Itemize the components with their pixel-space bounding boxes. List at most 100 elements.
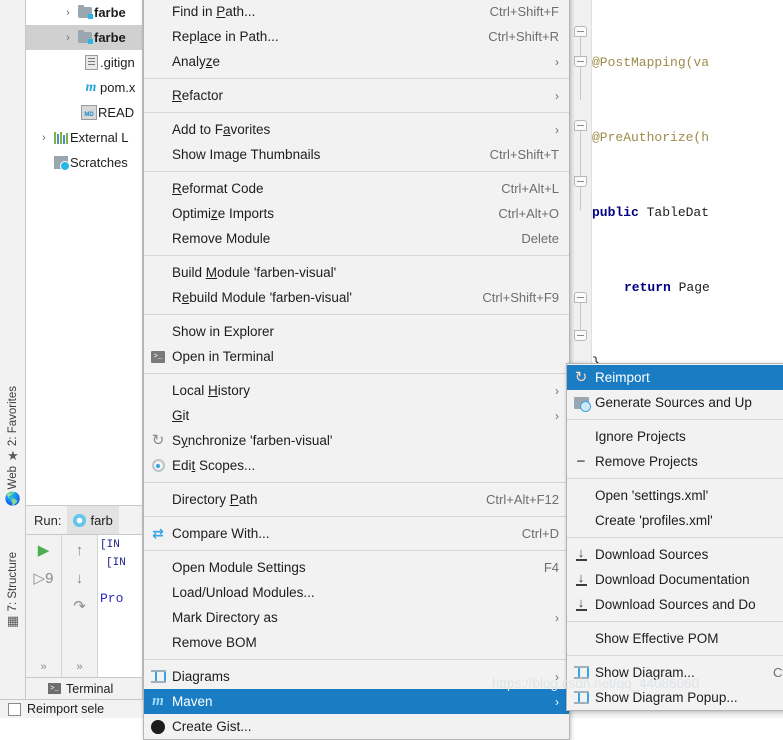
menu-item-local-history[interactable]: Local History › — [144, 378, 569, 403]
menu-item-show-diagram-popup[interactable]: Show Diagram Popup... — [567, 685, 783, 710]
fold-marker-start-icon[interactable] — [574, 26, 587, 37]
folder-icon — [76, 30, 94, 44]
menu-item-build-module[interactable]: Build Module 'farben-visual' — [144, 260, 569, 285]
menu-item-optimize-imports[interactable]: Optimize Imports Ctrl+Alt+O — [144, 201, 569, 226]
menu-item-label: Open in Terminal — [172, 349, 274, 364]
sidebar-item-structure[interactable]: 7: Structure ▦ — [0, 552, 26, 628]
menu-item-download-sources[interactable]: ↓ Download Sources — [567, 542, 783, 567]
menu-item-find-in-path[interactable]: Find in Path... Ctrl+Shift+F — [144, 0, 569, 24]
fold-marker-end-icon[interactable] — [574, 56, 587, 67]
menu-item-replace-in-path[interactable]: Replace in Path... Ctrl+Shift+R — [144, 24, 569, 49]
menu-item-mark-directory-as[interactable]: Mark Directory as › — [144, 605, 569, 630]
tree-row[interactable]: m pom.x — [26, 75, 142, 100]
tree-row[interactable]: › farbe — [26, 0, 142, 25]
tree-row[interactable]: MD READ — [26, 100, 142, 125]
menu-item-compare-with[interactable]: ⇄ Compare With... Ctrl+D — [144, 521, 569, 546]
menu-item-add-to-favorites[interactable]: Add to Favorites › — [144, 117, 569, 142]
menu-item-diagrams[interactable]: Diagrams › — [144, 664, 569, 689]
run-console[interactable]: [IN [IN Pro — [98, 535, 142, 678]
sidebar-item-web[interactable]: Web 🌎 — [0, 466, 26, 506]
menu-item-download-sources-and-docs[interactable]: ↓ Download Sources and Do — [567, 592, 783, 617]
menu-item-remove-module[interactable]: Remove Module Delete — [144, 226, 569, 251]
terminal-icon: >_ — [144, 350, 172, 363]
menu-item-open-module-settings[interactable]: Open Module Settings F4 — [144, 555, 569, 580]
menu-item-remove-projects[interactable]: − Remove Projects — [567, 449, 783, 474]
menu-item-label: Find in Path... — [172, 4, 256, 19]
menu-separator — [567, 419, 783, 420]
terminal-tool-button[interactable]: >_ Terminal — [26, 677, 143, 699]
menu-item-maven[interactable]: m Maven › — [144, 689, 569, 714]
menu-item-load-unload-modules[interactable]: Load/Unload Modules... — [144, 580, 569, 605]
fold-marker-start-icon[interactable] — [574, 120, 587, 131]
menu-item-download-documentation[interactable]: ↓ Download Documentation — [567, 567, 783, 592]
code-annotation: @PostMapping(va — [592, 55, 710, 70]
menu-item-analyze[interactable]: Analyze › — [144, 49, 569, 74]
menu-item-show-in-explorer[interactable]: Show in Explorer — [144, 319, 569, 344]
arrow-down-icon[interactable]: ↓ — [76, 571, 84, 586]
menu-item-create-profiles-xml[interactable]: Create 'profiles.xml' — [567, 508, 783, 533]
status-bar-message: Reimport sele — [27, 702, 105, 716]
submenu-chevron-icon: › — [555, 383, 559, 398]
run-icon[interactable]: ▶ — [38, 543, 50, 558]
menu-item-directory-path[interactable]: Directory Path Ctrl+Alt+F12 — [144, 487, 569, 512]
fold-marker-start-icon[interactable] — [574, 292, 587, 303]
tree-row[interactable]: Scratches — [26, 150, 142, 175]
chevron-right-icon[interactable]: › — [36, 132, 52, 144]
menu-item-synchronize[interactable]: ↻ Synchronize 'farben-visual' — [144, 428, 569, 453]
soft-wrap-icon[interactable]: ↷ — [73, 599, 86, 614]
menu-item-label: Reimport — [595, 370, 650, 385]
libraries-icon — [52, 131, 70, 144]
console-line: [IN — [106, 557, 126, 569]
menu-item-label: Open 'settings.xml' — [595, 488, 709, 503]
submenu-chevron-icon: › — [555, 669, 559, 684]
download-icon: ↓ — [567, 546, 595, 561]
file-icon — [82, 55, 100, 70]
chevron-right-icon[interactable]: › — [60, 32, 76, 44]
chevron-right-icon[interactable]: › — [60, 7, 76, 19]
expand-toolbar-button-2[interactable]: » — [76, 661, 82, 673]
rerun-failed-icon[interactable]: ▷9 — [34, 571, 54, 586]
expand-toolbar-button[interactable]: » — [40, 661, 46, 673]
menu-item-show-diagram[interactable]: Show Diagram... Ct — [567, 660, 783, 685]
sidebar-item-favorites[interactable]: 2: Favorites ★ — [0, 386, 26, 463]
context-menu[interactable]: Find in Path... Ctrl+Shift+F Replace in … — [143, 0, 570, 740]
menu-item-git[interactable]: Git › — [144, 403, 569, 428]
tree-row[interactable]: › farbe — [26, 25, 142, 50]
generate-sources-icon — [567, 396, 595, 412]
tree-row[interactable]: .gitign — [26, 50, 142, 75]
menu-item-shortcut: Ctrl+Alt+F12 — [486, 492, 559, 507]
menu-item-reimport[interactable]: ↻ Reimport — [567, 365, 783, 390]
menu-item-open-in-terminal[interactable]: >_ Open in Terminal — [144, 344, 569, 369]
code-text: TableDat — [638, 205, 710, 220]
structure-icon: ▦ — [6, 613, 20, 629]
menu-item-open-settings-xml[interactable]: Open 'settings.xml' — [567, 483, 783, 508]
menu-item-label: Synchronize 'farben-visual' — [172, 433, 333, 448]
fold-marker-end-icon[interactable] — [574, 176, 587, 187]
menu-item-show-effective-pom[interactable]: Show Effective POM — [567, 626, 783, 651]
project-tree-panel[interactable]: › farbe › farbe .gitign m pom.x MD READ … — [26, 0, 143, 505]
menu-item-generate-sources[interactable]: Generate Sources and Up — [567, 390, 783, 415]
fold-marker-end-icon[interactable] — [574, 330, 587, 341]
menu-item-show-image-thumbnails[interactable]: Show Image Thumbnails Ctrl+Shift+T — [144, 142, 569, 167]
menu-item-label: Load/Unload Modules... — [172, 585, 315, 600]
menu-item-label: Show Effective POM — [595, 631, 719, 646]
menu-item-label: Analyze — [172, 54, 221, 69]
menu-item-refactor[interactable]: Refactor › — [144, 83, 569, 108]
menu-item-label: Local History — [172, 383, 251, 398]
checkbox-icon[interactable] — [8, 702, 21, 716]
submenu-chevron-icon: › — [555, 610, 559, 625]
maven-submenu[interactable]: ↻ Reimport Generate Sources and Up Ignor… — [566, 363, 783, 711]
run-configuration-tab[interactable]: farb — [67, 506, 119, 534]
menu-item-edit-scopes[interactable]: Edit Scopes... — [144, 453, 569, 478]
tree-row[interactable]: › External L — [26, 125, 142, 150]
arrow-up-icon[interactable]: ↑ — [76, 543, 84, 558]
menu-item-label: Show Diagram... — [595, 665, 695, 680]
menu-item-label: Reformat Code — [172, 181, 264, 196]
menu-item-remove-bom[interactable]: Remove BOM — [144, 630, 569, 655]
menu-item-reformat-code[interactable]: Reformat Code Ctrl+Alt+L — [144, 176, 569, 201]
menu-item-rebuild-module[interactable]: Rebuild Module 'farben-visual' Ctrl+Shif… — [144, 285, 569, 310]
tree-row-label: External L — [70, 130, 129, 145]
menu-separator — [567, 478, 783, 479]
run-tab-bar: Run: farb — [26, 506, 142, 535]
menu-item-ignore-projects[interactable]: Ignore Projects — [567, 424, 783, 449]
